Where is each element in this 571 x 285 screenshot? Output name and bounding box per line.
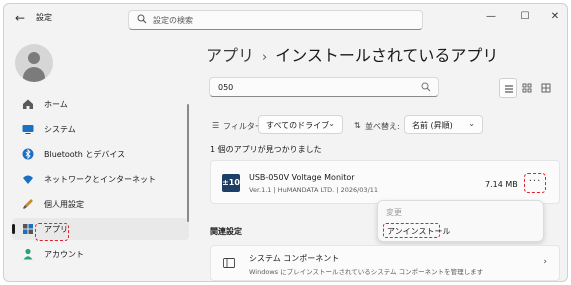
sidebar-item-label: アカウント [44, 250, 84, 259]
app-size: 7.14 MB [485, 180, 518, 189]
bluetooth-icon [22, 148, 34, 160]
chevron-down-icon: ⌄ [328, 119, 335, 128]
search-icon [421, 82, 431, 92]
settings-search-input[interactable] [153, 13, 413, 27]
list-view-icon [505, 85, 513, 93]
sidebar-item-bluetooth[interactable]: Bluetooth とデバイス [12, 143, 189, 165]
app-meta: Ver.1.1 | HuMANDATA LTD. | 2026/03/11 [249, 186, 379, 194]
sidebar-item-label: Bluetooth とデバイス [44, 150, 126, 159]
sort-icon: ⇅ [354, 121, 361, 130]
filter-dropdown-value: すべてのドライブ [266, 121, 330, 130]
page-title: インストールされているアプリ [275, 46, 499, 65]
close-button[interactable]: ✕ [542, 8, 567, 26]
filter-dropdown[interactable]: すべてのドライブ ⌄ [258, 115, 343, 134]
maximize-button[interactable]: ☐ [512, 8, 538, 26]
avatar-body [23, 67, 45, 82]
user-avatar[interactable] [15, 44, 53, 82]
filter-icon: ☰ [212, 121, 220, 130]
tile-view-icon [541, 83, 551, 93]
tile-view-button[interactable] [537, 78, 555, 98]
sidebar-item-home[interactable]: ホーム [12, 93, 189, 115]
chevron-down-icon: ⌄ [468, 119, 475, 128]
brush-icon [23, 199, 33, 209]
system-components-subtitle: Windows にプレインストールされているシステム コンポーネントを管理します [249, 268, 484, 276]
app-search-box[interactable] [209, 77, 439, 97]
sidebar-item-label: 個人用設定 [44, 200, 84, 209]
sidebar-item-label: ネットワークとインターネット [44, 175, 156, 184]
app-title: 設定 [36, 13, 52, 22]
avatar-head [28, 52, 40, 64]
sidebar-scrollbar[interactable] [187, 104, 189, 222]
components-icon [223, 258, 235, 268]
results-count: 1 個のアプリが見つかりました [210, 145, 322, 154]
context-menu: 変更 アンインストール [377, 200, 544, 242]
related-settings-heading: 関連設定 [210, 227, 242, 236]
list-view-button[interactable] [499, 78, 517, 98]
wifi-icon [23, 175, 33, 184]
search-icon [137, 14, 147, 24]
apps-icon [23, 224, 33, 234]
title-bar: ← 設定 — ☐ ✕ [4, 4, 567, 32]
modify-menu-item[interactable]: 変更 [386, 207, 402, 218]
breadcrumb-parent[interactable]: アプリ [206, 46, 254, 65]
more-options-button[interactable]: ··· [524, 173, 546, 193]
breadcrumb-separator: › [262, 50, 268, 65]
highlight-box-apps [35, 223, 69, 241]
app-list-item: ±10 USB-050V Voltage Monitor Ver.1.1 | H… [210, 160, 560, 204]
monitor-icon [22, 125, 34, 134]
sort-dropdown-value: 名前 (昇順) [412, 121, 453, 130]
person-icon [23, 248, 33, 260]
chevron-right-icon: › [543, 257, 547, 267]
minimize-button[interactable]: — [478, 8, 504, 26]
app-search-input[interactable] [218, 80, 418, 94]
breadcrumb: アプリ › インストールされているアプリ [206, 42, 498, 66]
settings-search-box[interactable] [128, 10, 423, 30]
sidebar-item-label: システム [44, 125, 76, 134]
grid-view-icon [522, 83, 532, 93]
sort-label: 並べ替え: [365, 122, 400, 131]
active-indicator [12, 224, 15, 234]
sidebar-item-personalization[interactable]: 個人用設定 [12, 193, 189, 215]
sidebar-item-label: ホーム [44, 100, 68, 109]
back-arrow-icon[interactable]: ← [13, 11, 27, 25]
uninstall-menu-item[interactable]: アンインストール [383, 223, 451, 238]
settings-window: ← 設定 — ☐ ✕ ホーム システム [3, 3, 568, 282]
app-name: USB-050V Voltage Monitor [249, 173, 355, 182]
grid-view-button[interactable] [518, 78, 536, 98]
system-components-card[interactable]: システム コンポーネント Windows にプレインストールされているシステム … [210, 245, 560, 281]
sidebar-item-system[interactable]: システム [12, 118, 189, 140]
home-icon [23, 99, 33, 109]
sidebar-item-network[interactable]: ネットワークとインターネット [12, 168, 189, 190]
sort-dropdown[interactable]: 名前 (昇順) ⌄ [404, 115, 483, 134]
sidebar-item-accounts[interactable]: アカウント [12, 243, 189, 265]
system-components-title: システム コンポーネント [249, 254, 340, 263]
app-logo-icon: ±10 [222, 174, 240, 192]
